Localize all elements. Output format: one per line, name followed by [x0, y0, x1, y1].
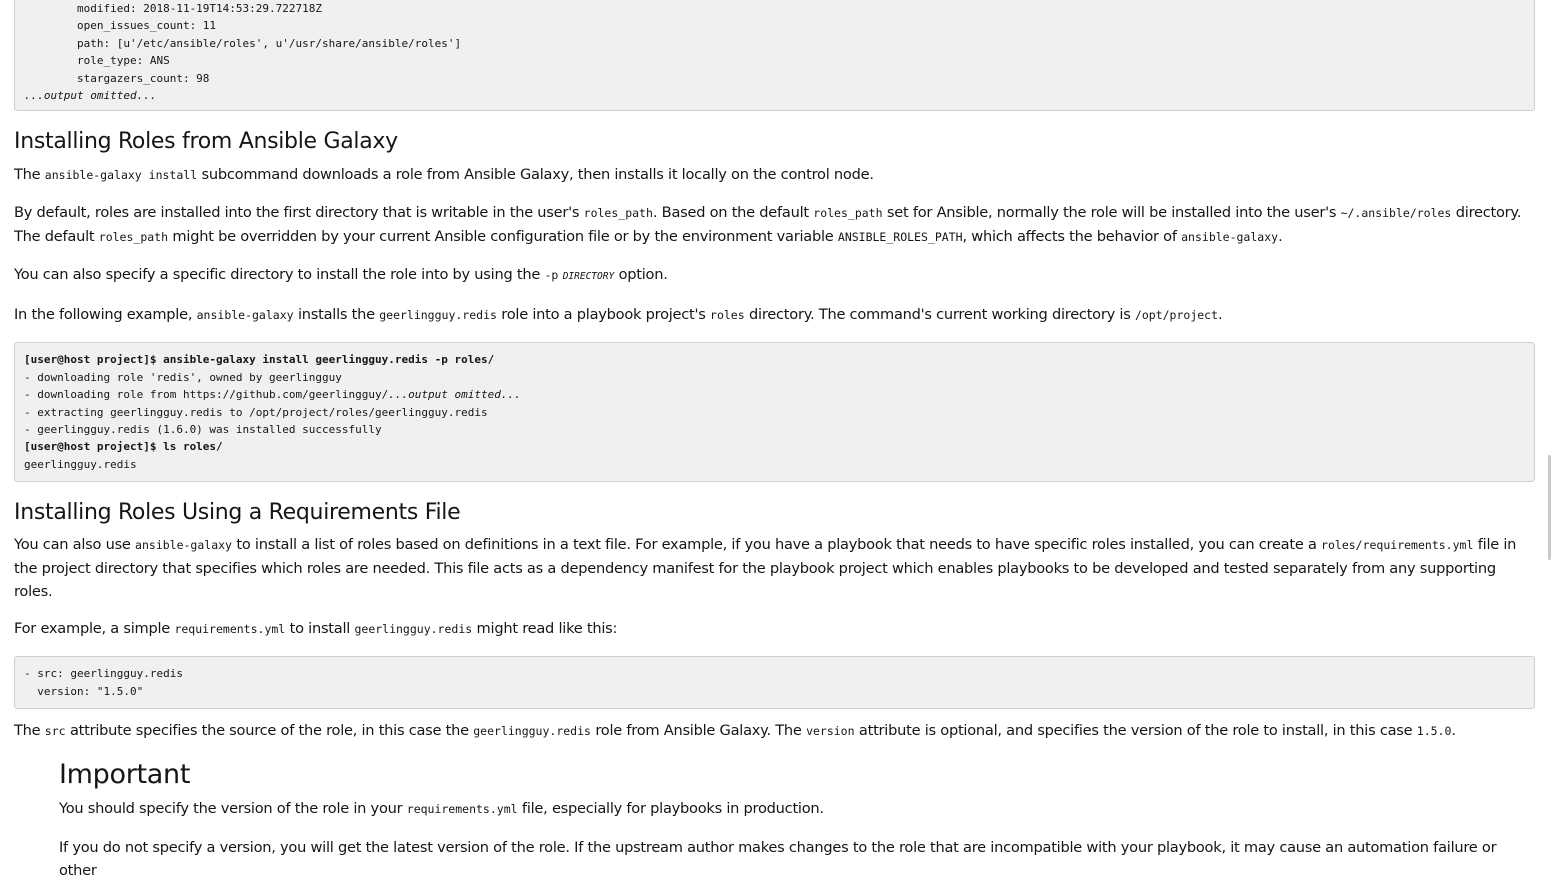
section-heading-installing-roles: Installing Roles from Ansible Galaxy [14, 129, 398, 155]
code-line: path: [u'/etc/ansible/roles', u'/usr/sha… [24, 36, 462, 50]
paragraph-example-intro: In the following example, ansible-galaxy… [14, 306, 1223, 324]
output-line: geerlingguy.redis [24, 457, 137, 471]
output-line: - downloading role from https://github.c… [24, 388, 521, 402]
output-omitted: ...output omitted... [24, 89, 157, 103]
code-line: stargazers_count: 98 [24, 71, 210, 85]
paragraph-requirements-intro: You can also use ansible-galaxy to insta… [14, 536, 1517, 601]
paragraph-directory-option: You can also specify a specific director… [14, 266, 668, 284]
requirements-yml-code-block: - src: geerlingguy.redis version: "1.5.0… [14, 656, 1535, 710]
document-content: modified: 2018-11-19T14:53:29.722718Z op… [14, 0, 1535, 882]
admonition-paragraph-latest: If you do not specify a version, you wil… [59, 839, 1497, 880]
code-line: - src: geerlingguy.redis [24, 667, 183, 681]
output-line: - extracting geerlingguy.redis to /opt/p… [24, 405, 488, 419]
paragraph-install-subcommand: The ansible-galaxy install subcommand do… [14, 166, 874, 184]
code-line: role_type: ANS [24, 54, 170, 68]
output-line: - downloading role 'redis', owned by gee… [24, 370, 342, 384]
install-example-code-block: [user@host project]$ ansible-galaxy inst… [14, 342, 1535, 483]
paragraph-src-attribute: The src attribute specifies the source o… [14, 722, 1456, 740]
scrollbar-thumb[interactable] [1548, 455, 1551, 560]
admonition-title: Important [59, 759, 191, 791]
code-line: modified: 2018-11-19T14:53:29.722718Z [24, 2, 323, 15]
vertical-scrollbar[interactable] [1546, 0, 1552, 837]
code-line: open_issues_count: 11 [24, 19, 217, 33]
output-line: - geerlingguy.redis (1.6.0) was installe… [24, 423, 382, 437]
admonition-paragraph-version: You should specify the version of the ro… [59, 800, 824, 818]
important-admonition: Important You should specify the version… [59, 757, 1535, 882]
section-heading-requirements-file: Installing Roles Using a Requirements Fi… [14, 500, 461, 526]
paragraph-requirements-example: For example, a simple requirements.yml t… [14, 620, 618, 638]
command-line: [user@host project]$ ansible-galaxy inst… [24, 353, 495, 367]
command-line: [user@host project]$ ls roles/ [24, 440, 223, 454]
code-line: version: "1.5.0" [24, 684, 144, 698]
paragraph-default-roles-path: By default, roles are installed into the… [14, 204, 1522, 246]
role-info-code-block: modified: 2018-11-19T14:53:29.722718Z op… [14, 0, 1535, 112]
